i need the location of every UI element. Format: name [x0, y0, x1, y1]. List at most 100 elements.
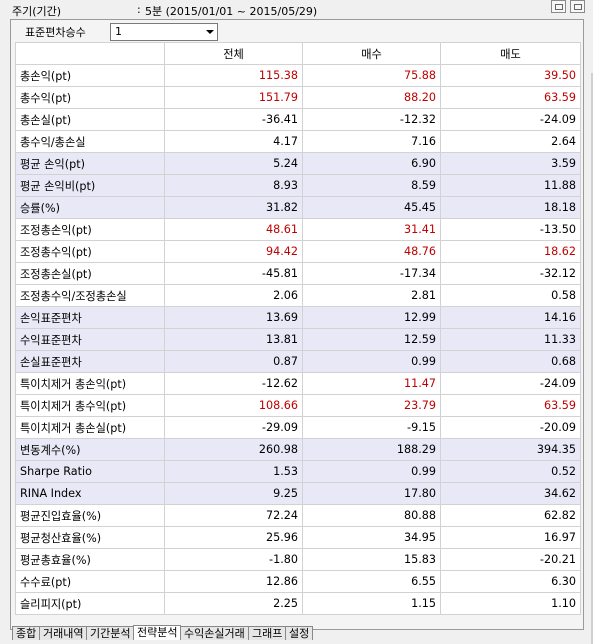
column-header-total[interactable]: 전체	[164, 42, 303, 65]
table-row[interactable]: 손익표준편차 13.69 12.99 14.16	[15, 306, 581, 329]
column-header-sell[interactable]: 매도	[440, 42, 581, 65]
tab-item[interactable]: 수익손실거래	[180, 626, 249, 640]
cell-buy: -17.34	[302, 262, 441, 285]
cell-sell: -24.09	[440, 108, 581, 131]
cell-sell: 394.35	[440, 438, 581, 461]
row-label: 총손익(pt)	[15, 64, 165, 87]
table-row[interactable]: 평균 손익비(pt) 8.93 8.59 11.88	[15, 174, 581, 197]
row-label: 조정총수익/조정총손실	[15, 284, 165, 307]
cell-sell: 1.10	[440, 592, 581, 615]
table-row[interactable]: 특이치제거 총수익(pt) 108.66 23.79 63.59	[15, 394, 581, 417]
cell-buy: -12.32	[302, 108, 441, 131]
table-row[interactable]: 평균총효율(%) -1.80 15.83 -20.21	[15, 548, 581, 571]
row-label: 손실표준편차	[15, 350, 165, 373]
cell-sell: -20.09	[440, 416, 581, 439]
cell-buy: 0.99	[302, 350, 441, 373]
cell-buy: 48.76	[302, 240, 441, 263]
row-label: 수수료(pt)	[15, 570, 165, 593]
row-label: 수익표준편차	[15, 328, 165, 351]
std-multiplier-label: 표준편차승수	[25, 26, 86, 39]
cell-total: 108.66	[164, 394, 303, 417]
cell-buy: 23.79	[302, 394, 441, 417]
table-row[interactable]: 슬리피지(pt) 2.25 1.15 1.10	[15, 592, 581, 615]
cell-total: -45.81	[164, 262, 303, 285]
cell-buy: 6.55	[302, 570, 441, 593]
row-label: 평균청산효율(%)	[15, 526, 165, 549]
cell-sell: 63.59	[440, 394, 581, 417]
cell-sell: 63.59	[440, 86, 581, 109]
report-panel: 표준편차승수 1 전체 매수 매도 총손익(pt) 115.38 75.88 39.5…	[10, 19, 593, 644]
std-multiplier-value: 1	[115, 25, 122, 38]
row-label: 특이치제거 총손익(pt)	[15, 372, 165, 395]
table-row[interactable]: 조정총수익/조정총손실 2.06 2.81 0.58	[15, 284, 581, 307]
table-row[interactable]: 평균진입효율(%) 72.24 80.88 62.82	[15, 504, 581, 527]
row-label: 총수익(pt)	[15, 86, 165, 109]
cell-buy: 31.41	[302, 218, 441, 241]
row-label: 조정총손익(pt)	[15, 218, 165, 241]
table-row[interactable]: 변동계수(%) 260.98 188.29 394.35	[15, 438, 581, 461]
table-row[interactable]: 수익표준편차 13.81 12.59 11.33	[15, 328, 581, 351]
cell-sell: 14.16	[440, 306, 581, 329]
bottom-tabs: 종합 거래내역 기간분석 전략분석 수익손실거래 그래프 설정	[12, 625, 572, 640]
table-row[interactable]: 총수익/총손실 4.17 7.16 2.64	[15, 130, 581, 153]
table-row[interactable]: 평균청산효율(%) 25.96 34.95 16.97	[15, 526, 581, 549]
table-row[interactable]: 총수익(pt) 151.79 88.20 63.59	[15, 86, 581, 109]
cell-total: -36.41	[164, 108, 303, 131]
cell-sell: 39.50	[440, 64, 581, 87]
cell-total: 8.93	[164, 174, 303, 197]
cell-total: 31.82	[164, 196, 303, 219]
cell-sell: -24.09	[440, 372, 581, 395]
cell-total: 1.53	[164, 460, 303, 483]
cell-total: 260.98	[164, 438, 303, 461]
cell-buy: 12.59	[302, 328, 441, 351]
table-row[interactable]: 총손실(pt) -36.41 -12.32 -24.09	[15, 108, 581, 131]
row-label: 특이치제거 총손실(pt)	[15, 416, 165, 439]
table-row[interactable]: 조정총수익(pt) 94.42 48.76 18.62	[15, 240, 581, 263]
row-label: 조정총손실(pt)	[15, 262, 165, 285]
table-row[interactable]: 평균 손익(pt) 5.24 6.90 3.59	[15, 152, 581, 175]
tab-item[interactable]: 거래내역	[39, 626, 88, 640]
table-row[interactable]: 조정총손익(pt) 48.61 31.41 -13.50	[15, 218, 581, 241]
tab-item[interactable]: 설정	[285, 626, 314, 640]
cell-sell: 0.68	[440, 350, 581, 373]
cell-buy: 88.20	[302, 86, 441, 109]
row-label: 총손실(pt)	[15, 108, 165, 131]
table-header-row: 전체 매수 매도	[15, 42, 581, 65]
restore-icon[interactable]	[551, 0, 566, 13]
row-label: RINA Index	[15, 482, 165, 505]
table-row[interactable]: RINA Index 9.25 17.80 34.62	[15, 482, 581, 505]
table-row[interactable]: 특이치제거 총손익(pt) -12.62 11.47 -24.09	[15, 372, 581, 395]
row-label: 슬리피지(pt)	[15, 592, 165, 615]
cell-sell: 62.82	[440, 504, 581, 527]
table-row[interactable]: 수수료(pt) 12.86 6.55 6.30	[15, 570, 581, 593]
table-row[interactable]: 승률(%) 31.82 45.45 18.18	[15, 196, 581, 219]
period-colon: :	[137, 3, 141, 16]
tab-item[interactable]: 그래프	[248, 626, 287, 640]
cell-buy: 80.88	[302, 504, 441, 527]
cell-total: 94.42	[164, 240, 303, 263]
cell-sell: 34.62	[440, 482, 581, 505]
std-multiplier-select[interactable]: 1	[110, 23, 218, 41]
cell-total: 12.86	[164, 570, 303, 593]
column-header-buy[interactable]: 매수	[302, 42, 441, 65]
cell-total: 4.17	[164, 130, 303, 153]
table-row[interactable]: 총손익(pt) 115.38 75.88 39.50	[15, 64, 581, 87]
cell-sell: 18.62	[440, 240, 581, 263]
column-header-label	[15, 42, 165, 65]
cell-sell: 11.33	[440, 328, 581, 351]
tab-item[interactable]: 전략분석	[133, 625, 182, 640]
table-row[interactable]: 조정총손실(pt) -45.81 -17.34 -32.12	[15, 262, 581, 285]
table-row[interactable]: 손실표준편차 0.87 0.99 0.68	[15, 350, 581, 373]
table-row[interactable]: 특이치제거 총손실(pt) -29.09 -9.15 -20.09	[15, 416, 581, 439]
cell-sell: 16.97	[440, 526, 581, 549]
chevron-down-icon[interactable]	[201, 24, 217, 40]
cell-sell: 0.52	[440, 460, 581, 483]
row-label: 손익표준편차	[15, 306, 165, 329]
tab-item[interactable]: 종합	[12, 626, 41, 640]
cell-buy: 0.99	[302, 460, 441, 483]
table-row[interactable]: Sharpe Ratio 1.53 0.99 0.52	[15, 460, 581, 483]
tab-item[interactable]: 기간분석	[86, 626, 135, 640]
print-icon[interactable]	[570, 0, 585, 13]
cell-sell: 6.30	[440, 570, 581, 593]
cell-buy: 34.95	[302, 526, 441, 549]
